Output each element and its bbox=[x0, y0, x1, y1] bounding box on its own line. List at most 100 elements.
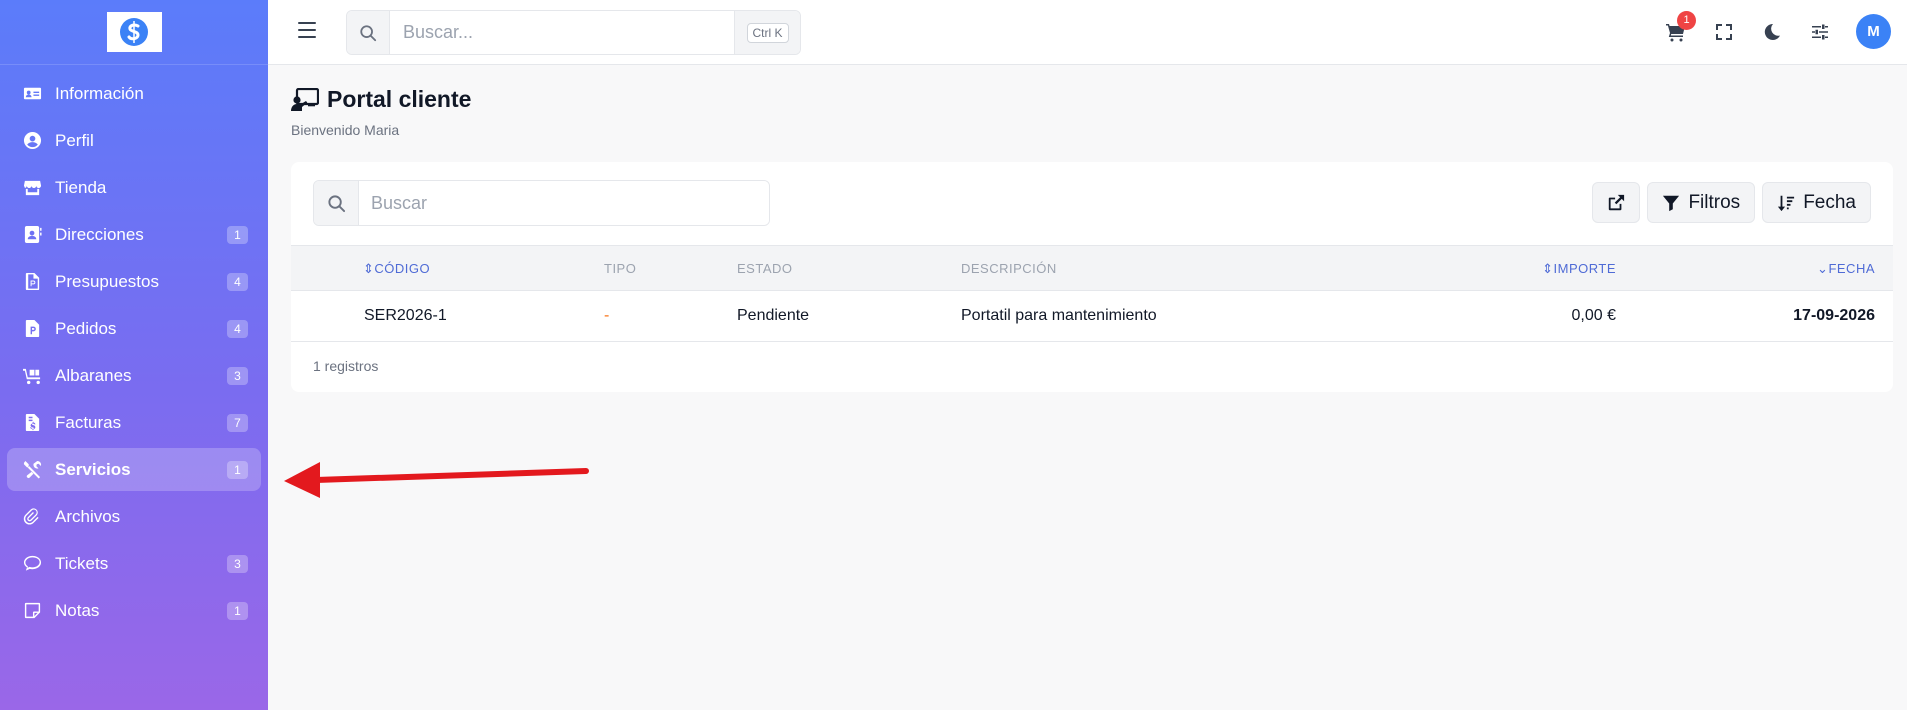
topbar-actions: 1 M bbox=[1660, 10, 1891, 49]
sidebar-item-label: Facturas bbox=[55, 412, 122, 432]
sort-date-label: Fecha bbox=[1803, 191, 1856, 213]
count-badge: 7 bbox=[227, 414, 248, 432]
sidebar-item-notas[interactable]: Notas 1 bbox=[7, 589, 261, 632]
table-row[interactable]: SER2026-1 - Pendiente Portatil para mant… bbox=[291, 291, 1893, 342]
logo-icon bbox=[120, 18, 148, 46]
cell-importe: 0,00 € bbox=[1571, 307, 1616, 324]
cell-descripcion: Portatil para mantenimiento bbox=[961, 307, 1157, 324]
avatar[interactable]: M bbox=[1856, 14, 1891, 49]
cell-codigo: SER2026-1 bbox=[364, 307, 447, 324]
count-badge: 3 bbox=[227, 555, 248, 573]
count-badge: 1 bbox=[227, 602, 248, 620]
table-search bbox=[313, 180, 770, 226]
chalkboard-user-icon bbox=[291, 87, 319, 111]
header-importe-label: IMPORTE bbox=[1553, 261, 1616, 276]
sidebar: Información Perfil Tienda Direcciones 1 … bbox=[0, 0, 268, 710]
shortcut-hint: Ctrl K bbox=[734, 11, 800, 54]
chat-icon bbox=[22, 554, 42, 574]
dark-mode-toggle[interactable] bbox=[1756, 16, 1788, 48]
file-invoice-icon bbox=[22, 272, 42, 292]
header-fecha[interactable]: ⌄FECHA bbox=[1817, 261, 1875, 277]
filters-button[interactable]: Filtros bbox=[1647, 182, 1756, 223]
external-link-icon bbox=[1609, 194, 1625, 210]
sidebar-item-label: Tienda bbox=[55, 177, 107, 197]
count-badge: 4 bbox=[227, 273, 248, 291]
header-codigo[interactable]: ⇕CÓDIGO bbox=[363, 261, 430, 277]
sidebar-item-facturas[interactable]: Facturas 7 bbox=[7, 401, 261, 444]
sort-date-button[interactable]: Fecha bbox=[1762, 182, 1871, 223]
expand-icon bbox=[1716, 23, 1732, 40]
sort-icon: ⇕ bbox=[1542, 261, 1554, 276]
sidebar-item-label: Direcciones bbox=[55, 224, 144, 244]
chevrons-down-icon: ⌄ bbox=[1817, 261, 1829, 276]
sidebar-item-label: Presupuestos bbox=[55, 271, 159, 291]
sidebar-item-albaranes[interactable]: Albaranes 3 bbox=[7, 354, 261, 397]
page-header: Portal cliente Bienvenido Maria bbox=[291, 86, 471, 138]
annotation-arrow-icon bbox=[284, 462, 589, 498]
cell-tipo: - bbox=[604, 307, 610, 324]
count-badge: 3 bbox=[227, 367, 248, 385]
global-search-input[interactable] bbox=[390, 11, 734, 54]
file-document-icon bbox=[22, 319, 42, 339]
store-icon bbox=[22, 178, 42, 198]
moon-icon bbox=[1764, 23, 1780, 40]
app-logo[interactable] bbox=[106, 12, 162, 52]
header-tipo: TIPO bbox=[604, 261, 637, 276]
id-card-icon bbox=[22, 84, 42, 104]
count-badge: 4 bbox=[227, 320, 248, 338]
records-count: 1 registros bbox=[313, 358, 379, 374]
sidebar-item-label: Pedidos bbox=[55, 318, 117, 338]
sort-descending-icon bbox=[1778, 195, 1795, 211]
global-search: Ctrl K bbox=[346, 10, 801, 55]
search-icon bbox=[314, 181, 359, 225]
hamburger-menu-icon[interactable] bbox=[298, 22, 316, 38]
sidebar-item-presupuestos[interactable]: Presupuestos 4 bbox=[7, 260, 261, 303]
cart-button[interactable]: 1 bbox=[1660, 10, 1696, 48]
search-icon bbox=[347, 11, 390, 54]
sidebar-item-direcciones[interactable]: Direcciones 1 bbox=[7, 213, 261, 256]
sidebar-item-label: Albaranes bbox=[55, 365, 132, 385]
sidebar-nav: Información Perfil Tienda Direcciones 1 … bbox=[0, 65, 268, 632]
sidebar-item-archivos[interactable]: Archivos bbox=[7, 495, 261, 538]
sidebar-item-perfil[interactable]: Perfil bbox=[7, 119, 261, 162]
table-search-input[interactable] bbox=[359, 181, 769, 225]
sidebar-item-tienda[interactable]: Tienda bbox=[7, 166, 261, 209]
sidebar-item-informacion[interactable]: Información bbox=[7, 72, 261, 115]
note-icon bbox=[22, 601, 42, 621]
sidebar-item-servicios[interactable]: Servicios 1 bbox=[7, 448, 261, 491]
header-estado: ESTADO bbox=[737, 261, 793, 276]
dolly-icon bbox=[22, 366, 42, 386]
sidebar-item-label: Información bbox=[55, 83, 144, 103]
sidebar-item-label: Perfil bbox=[55, 130, 94, 150]
sidebar-item-label: Tickets bbox=[55, 553, 109, 573]
address-book-icon bbox=[22, 225, 42, 245]
paperclip-icon bbox=[22, 507, 42, 527]
cart-count-badge: 1 bbox=[1677, 10, 1696, 30]
settings-button[interactable] bbox=[1804, 16, 1836, 48]
sliders-icon bbox=[1812, 24, 1828, 39]
tools-icon bbox=[22, 460, 42, 480]
table-actions: Filtros Fecha bbox=[1592, 182, 1871, 223]
table-header: ⇕CÓDIGO TIPO ESTADO DESCRIPCIÓN ⇕IMPORTE… bbox=[291, 245, 1893, 291]
sidebar-item-label: Servicios bbox=[55, 459, 131, 479]
logo-area bbox=[0, 0, 268, 65]
page-title-text: Portal cliente bbox=[327, 86, 472, 112]
count-badge: 1 bbox=[227, 461, 248, 479]
header-codigo-label: CÓDIGO bbox=[374, 261, 431, 276]
sidebar-item-tickets[interactable]: Tickets 3 bbox=[7, 542, 261, 585]
fullscreen-button[interactable] bbox=[1708, 16, 1740, 48]
sidebar-item-pedidos[interactable]: Pedidos 4 bbox=[7, 307, 261, 350]
header-descripcion: DESCRIPCIÓN bbox=[961, 261, 1057, 276]
export-button[interactable] bbox=[1592, 182, 1641, 223]
sort-icon: ⇕ bbox=[363, 261, 375, 276]
invoice-dollar-icon bbox=[22, 413, 42, 433]
count-badge: 1 bbox=[227, 226, 248, 244]
page-subtitle: Bienvenido Maria bbox=[291, 122, 400, 138]
shortcut-key: Ctrl K bbox=[746, 22, 789, 43]
cell-estado: Pendiente bbox=[737, 307, 810, 324]
cell-fecha: 17-09-2026 bbox=[1793, 307, 1875, 324]
sidebar-item-label: Notas bbox=[55, 600, 100, 620]
user-circle-icon bbox=[22, 131, 42, 151]
services-card: Filtros Fecha ⇕CÓDIGO TIPO ESTADO DESCRI… bbox=[291, 162, 1893, 392]
header-importe[interactable]: ⇕IMPORTE bbox=[1542, 261, 1616, 277]
